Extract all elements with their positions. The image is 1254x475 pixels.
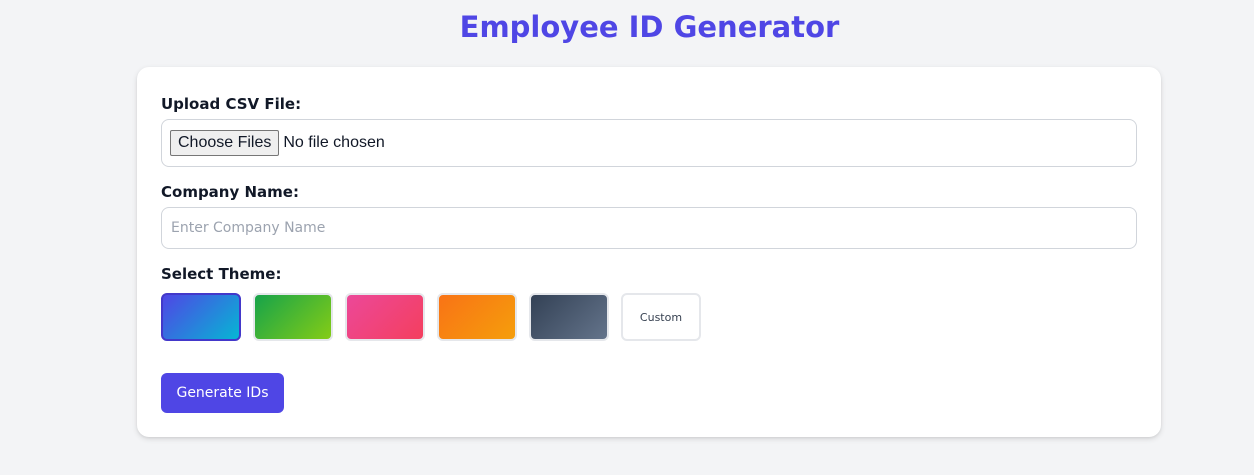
- company-name-label: Company Name:: [161, 183, 299, 201]
- theme-swatch-pink-rose[interactable]: [345, 293, 425, 341]
- page-title: Employee ID Generator: [459, 10, 840, 44]
- choose-files-button[interactable]: Choose Files: [170, 130, 280, 156]
- csv-file-input[interactable]: Choose Files No file chosen: [161, 119, 1137, 167]
- csv-upload-label: Upload CSV File:: [161, 95, 302, 113]
- theme-swatch-custom[interactable]: Custom: [621, 293, 701, 341]
- company-name-input[interactable]: [161, 207, 1137, 249]
- theme-swatch-slate[interactable]: [529, 293, 609, 341]
- generator-card: Upload CSV File: Choose Files No file ch…: [137, 67, 1161, 437]
- generate-ids-button[interactable]: Generate IDs: [161, 373, 284, 413]
- theme-selector: Custom: [161, 293, 701, 341]
- theme-label: Select Theme:: [161, 265, 282, 283]
- theme-swatch-blue-cyan[interactable]: [161, 293, 241, 341]
- theme-swatch-green-lime[interactable]: [253, 293, 333, 341]
- file-status-text: No file chosen: [283, 134, 385, 151]
- theme-swatch-orange-amber[interactable]: [437, 293, 517, 341]
